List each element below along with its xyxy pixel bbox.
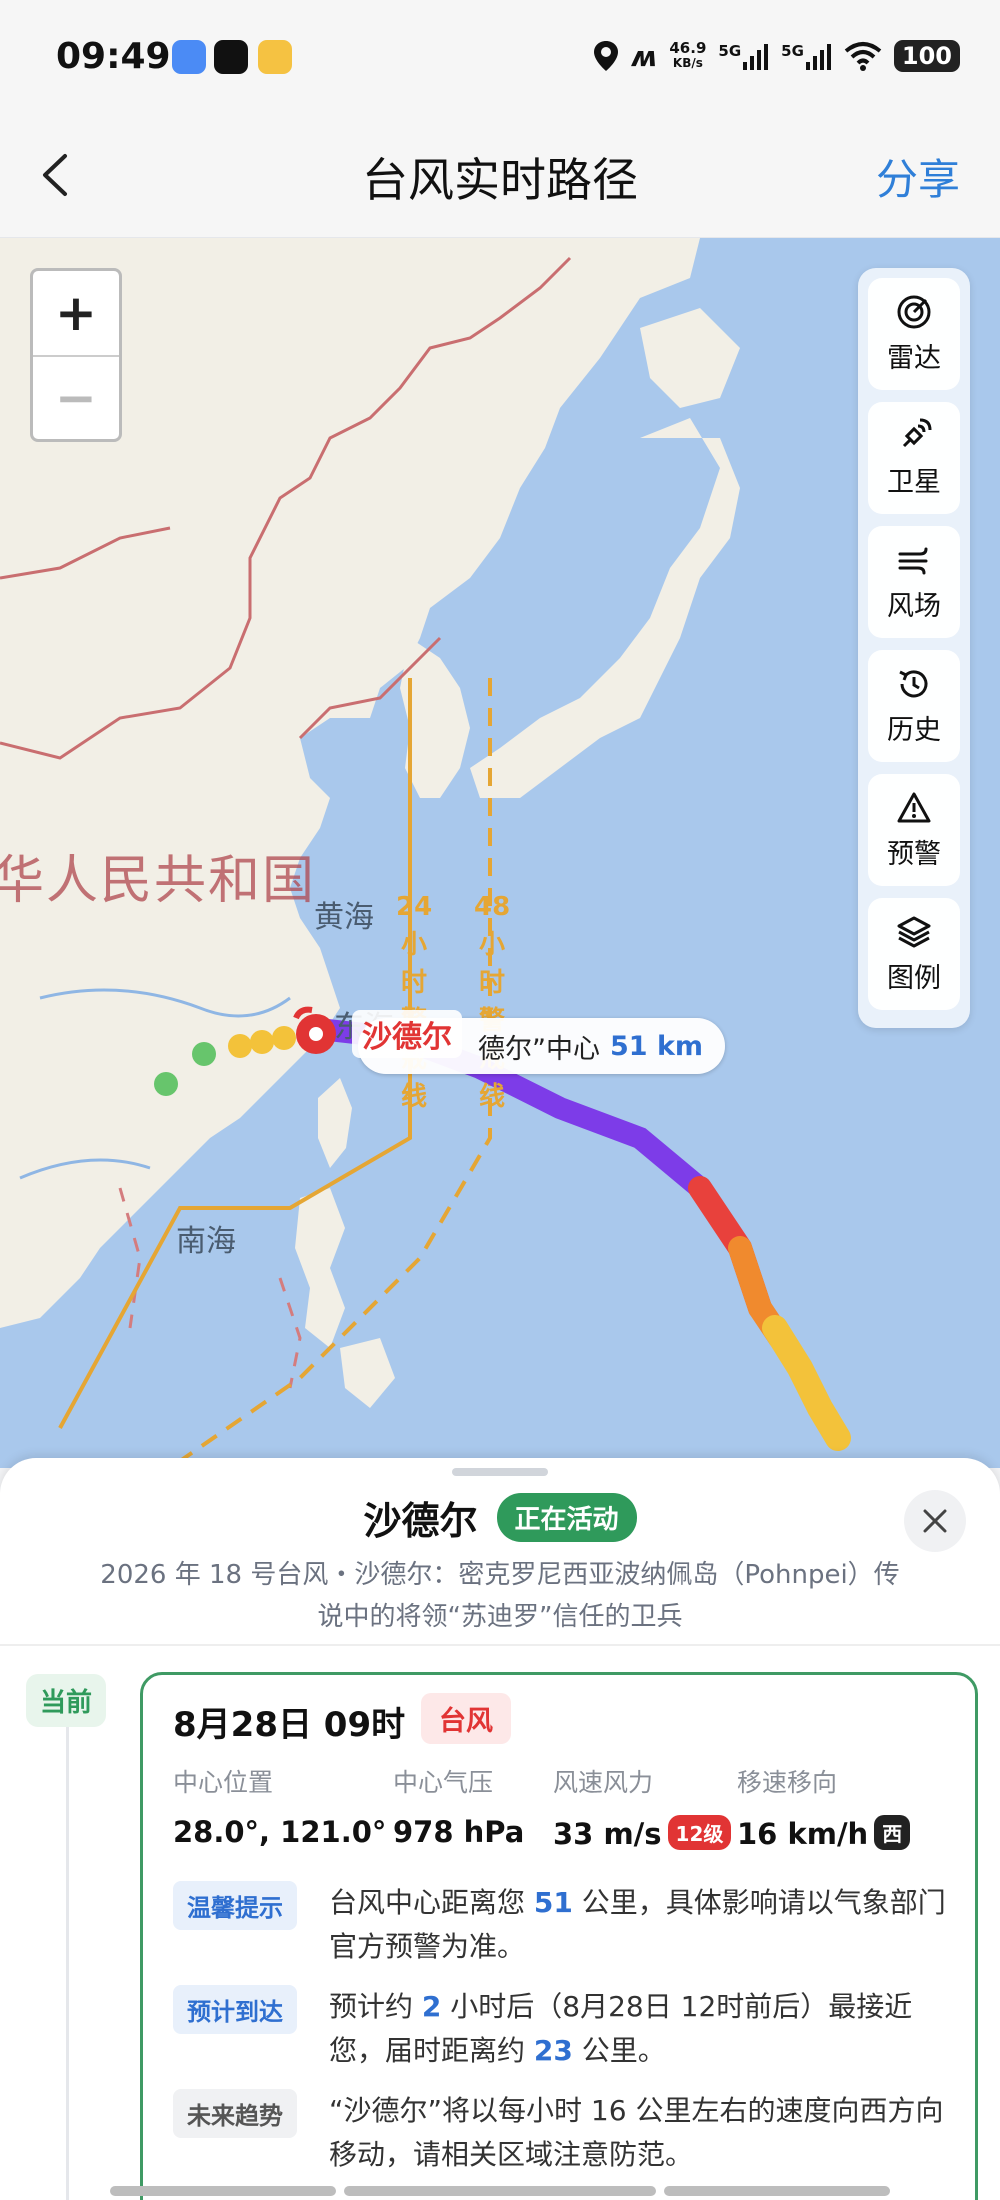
status-badge: 正在活动 bbox=[496, 1493, 637, 1542]
radar-icon bbox=[897, 295, 931, 328]
page-title: 台风实时路径 bbox=[362, 153, 638, 207]
app-icon-1 bbox=[172, 40, 206, 74]
net-speed: 46.9 KB/s bbox=[669, 39, 707, 71]
legend-button[interactable]: 图例 bbox=[868, 898, 960, 1010]
close-icon bbox=[923, 1509, 947, 1533]
tip-text-arrival: 预计约 2 小时后（8月28日 12时前后）最接近您，届时距离约 23 公里。 bbox=[329, 1990, 913, 2067]
location-icon bbox=[593, 41, 618, 71]
typhoon-name-label[interactable]: 沙德尔 bbox=[352, 1010, 462, 1058]
tip-tag-reminder: 温馨提示 bbox=[173, 1881, 297, 1930]
status-bar: 09:49 ʍ 46.9 KB/s 5G 5G 100 bbox=[0, 0, 1000, 112]
wind-grade-badge: 12级 bbox=[667, 1815, 732, 1850]
center-position: 28.0°, 121.0° bbox=[173, 1815, 387, 1849]
philippines-land bbox=[295, 1188, 345, 1348]
signal-icon: 5G bbox=[718, 42, 769, 70]
layers-icon bbox=[897, 916, 931, 947]
status-time: 09:49 bbox=[56, 36, 171, 77]
tip-text-reminder: 台风中心距离您 51 公里，具体影响请以气象部门官方预警为准。 bbox=[329, 1886, 946, 1963]
tip-text-trend: “沙德尔”将以每小时 16 公里左右的速度向西方向移动，请相关区域注意防范。 bbox=[329, 2094, 944, 2171]
wind-speed: 33 m/s 12级 bbox=[553, 1815, 732, 1851]
battery-icon: 100 bbox=[893, 40, 960, 72]
stat-label-movement: 移速移向 bbox=[737, 1768, 838, 1797]
map-tools-panel: 雷达 卫星 风场 历史 预警 图例 bbox=[858, 268, 970, 1028]
typhoon-description: 2026 年 18 号台风・沙德尔：密克罗尼西亚波纳佩岛（Pohnpei）传说中… bbox=[100, 1560, 900, 1632]
home-indicator-left[interactable] bbox=[110, 2186, 336, 2196]
current-status-card: 8月28日 09时 台风 中心位置 中心气压 风速风力 移速移向 28.0°, … bbox=[140, 1672, 978, 2200]
nav-bar: 台风实时路径 分享 bbox=[0, 112, 1000, 238]
yellow-sea-label: 黄海 bbox=[314, 900, 374, 935]
sheet-header: 沙德尔 正在活动 bbox=[0, 1490, 1000, 1545]
home-indicator-right[interactable] bbox=[664, 2186, 890, 2196]
warning-line-24h-label: 24小时警戒线 bbox=[396, 892, 433, 1112]
wifi-icon bbox=[844, 42, 882, 71]
warning-icon bbox=[897, 792, 931, 822]
timeline-line bbox=[66, 1676, 69, 2200]
typhoon-map[interactable]: 华人民共和国 黄海 东海 南海 24小时警戒线 48小时警戒线 德尔”中心51 … bbox=[0, 238, 1000, 1468]
tip-reminder: 温馨提示 台风中心距离您 51 公里，具体影响请以气象部门官方预警为准。 bbox=[173, 1881, 963, 1977]
typhoon-detail-sheet: 沙德尔 正在活动 2026 年 18 号台风・沙德尔：密克罗尼西亚波纳佩岛（Po… bbox=[0, 1458, 1000, 2200]
stat-label-position: 中心位置 bbox=[173, 1768, 274, 1797]
tip-tag-trend: 未来趋势 bbox=[173, 2089, 297, 2138]
satellite-icon bbox=[902, 418, 932, 447]
stat-label-pressure: 中心气压 bbox=[393, 1768, 494, 1797]
weibo-icon bbox=[258, 40, 292, 74]
home-indicator[interactable] bbox=[344, 2186, 656, 2196]
zoom-out-button[interactable]: − bbox=[33, 355, 119, 439]
signal-icon-2: 5G bbox=[781, 42, 832, 70]
wind-button[interactable]: 风场 bbox=[868, 526, 960, 638]
radar-button[interactable]: 雷达 bbox=[868, 278, 960, 390]
move-speed: 16 km/h 西 bbox=[737, 1815, 911, 1851]
taiwan-land bbox=[318, 1078, 352, 1168]
hokkaido-land bbox=[640, 308, 740, 408]
stat-label-wind: 风速风力 bbox=[553, 1768, 654, 1797]
card-datetime: 8月28日 09时 bbox=[173, 1705, 406, 1745]
move-direction-badge: 西 bbox=[874, 1815, 911, 1850]
tip-trend: 未来趋势 “沙德尔”将以每小时 16 公里左右的速度向西方向移动，请相关区域注意… bbox=[173, 2089, 963, 2185]
history-button[interactable]: 历史 bbox=[868, 650, 960, 762]
sheet-drag-handle[interactable] bbox=[452, 1468, 548, 1476]
country-label: 华人民共和国 bbox=[0, 851, 317, 911]
warning-button[interactable]: 预警 bbox=[868, 774, 960, 886]
warning-line-48h-label: 48小时警戒线 bbox=[474, 892, 511, 1112]
satellite-button[interactable]: 卫星 bbox=[868, 402, 960, 514]
history-icon bbox=[899, 669, 928, 697]
wind-icon bbox=[898, 547, 928, 574]
zoom-in-button[interactable]: + bbox=[33, 271, 119, 355]
zoom-control: + − bbox=[30, 268, 122, 442]
center-pressure: 978 hPa bbox=[393, 1815, 525, 1849]
share-button[interactable]: 分享 bbox=[876, 146, 960, 207]
tip-tag-arrival: 预计到达 bbox=[173, 1985, 297, 2034]
tip-arrival: 预计到达 预计约 2 小时后（8月28日 12时前后）最接近您，届时距离约 23… bbox=[173, 1985, 963, 2081]
typhoon-level-badge: 台风 bbox=[421, 1693, 511, 1744]
close-button[interactable] bbox=[904, 1490, 966, 1552]
tiktok-icon bbox=[214, 40, 248, 74]
divider bbox=[0, 1644, 1000, 1646]
south-sea-label: 南海 bbox=[176, 1224, 236, 1259]
typhoon-name: 沙德尔 bbox=[363, 1499, 478, 1543]
current-badge: 当前 bbox=[26, 1674, 107, 1727]
